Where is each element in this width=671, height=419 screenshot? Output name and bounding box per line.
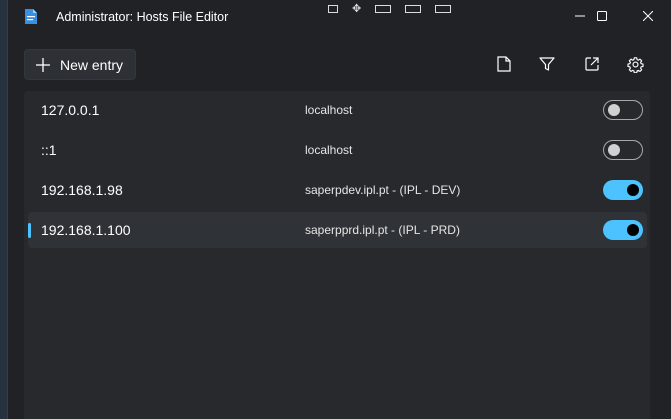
- entry-ip: 192.168.1.100: [41, 222, 131, 238]
- close-button[interactable]: [625, 0, 671, 32]
- entry-host: saperpprd.ipl.pt - (IPL - PRD): [305, 223, 460, 237]
- toggle-knob: [627, 224, 639, 236]
- open-external-icon: [585, 57, 599, 71]
- filter-icon: [539, 57, 555, 71]
- window-title: Administrator: Hosts File Editor: [56, 10, 229, 24]
- title-bar[interactable]: Administrator: Hosts File Editor ✥: [8, 0, 671, 34]
- list-item[interactable]: ::1 localhost: [28, 132, 647, 168]
- toggle-knob: [627, 184, 639, 196]
- snap-layout-icon[interactable]: [328, 5, 338, 13]
- hosts-entry-list: 127.0.0.1 localhost ::1 localhost 192.16…: [24, 91, 650, 419]
- entry-active-toggle[interactable]: [603, 180, 643, 200]
- entry-active-toggle[interactable]: [603, 140, 643, 160]
- list-item[interactable]: 127.0.0.1 localhost: [28, 92, 647, 128]
- entry-host: localhost: [305, 143, 353, 157]
- snap-layout-icon[interactable]: [375, 5, 392, 13]
- list-item[interactable]: 192.168.1.98 saperpdev.ipl.pt - (IPL - D…: [28, 172, 647, 208]
- plus-icon: [36, 57, 50, 72]
- entry-active-toggle[interactable]: [603, 100, 643, 120]
- settings-button[interactable]: [625, 54, 645, 74]
- toggle-knob: [608, 104, 620, 116]
- entry-host: saperpdev.ipl.pt - (IPL - DEV): [305, 183, 461, 197]
- entry-ip: 192.168.1.98: [41, 182, 123, 198]
- maximize-icon: [597, 11, 607, 21]
- close-icon: [643, 11, 653, 21]
- selection-indicator: [28, 223, 31, 238]
- new-file-icon: [497, 56, 511, 72]
- open-hosts-file-button[interactable]: [582, 54, 602, 74]
- entry-ip: 127.0.0.1: [41, 102, 100, 118]
- filter-button[interactable]: [537, 54, 557, 74]
- snap-layout-icon[interactable]: [435, 5, 452, 13]
- list-item[interactable]: 192.168.1.100 saperpprd.ipl.pt - (IPL - …: [28, 212, 647, 248]
- snap-layout-icon[interactable]: [405, 5, 422, 13]
- entry-active-toggle[interactable]: [603, 220, 643, 240]
- hosts-file-editor-window: Administrator: Hosts File Editor ✥ New e…: [7, 0, 671, 419]
- gear-icon: [626, 56, 644, 73]
- new-entry-button[interactable]: New entry: [24, 49, 136, 80]
- app-icon: [25, 9, 37, 24]
- entry-ip: ::1: [41, 142, 57, 158]
- move-icon[interactable]: ✥: [352, 4, 361, 15]
- open-file-button[interactable]: [494, 54, 514, 74]
- snap-layout-strip: ✥: [328, 4, 452, 15]
- maximize-button[interactable]: [579, 0, 625, 32]
- new-entry-label: New entry: [60, 56, 124, 73]
- entry-host: localhost: [305, 103, 353, 117]
- toggle-knob: [608, 144, 620, 156]
